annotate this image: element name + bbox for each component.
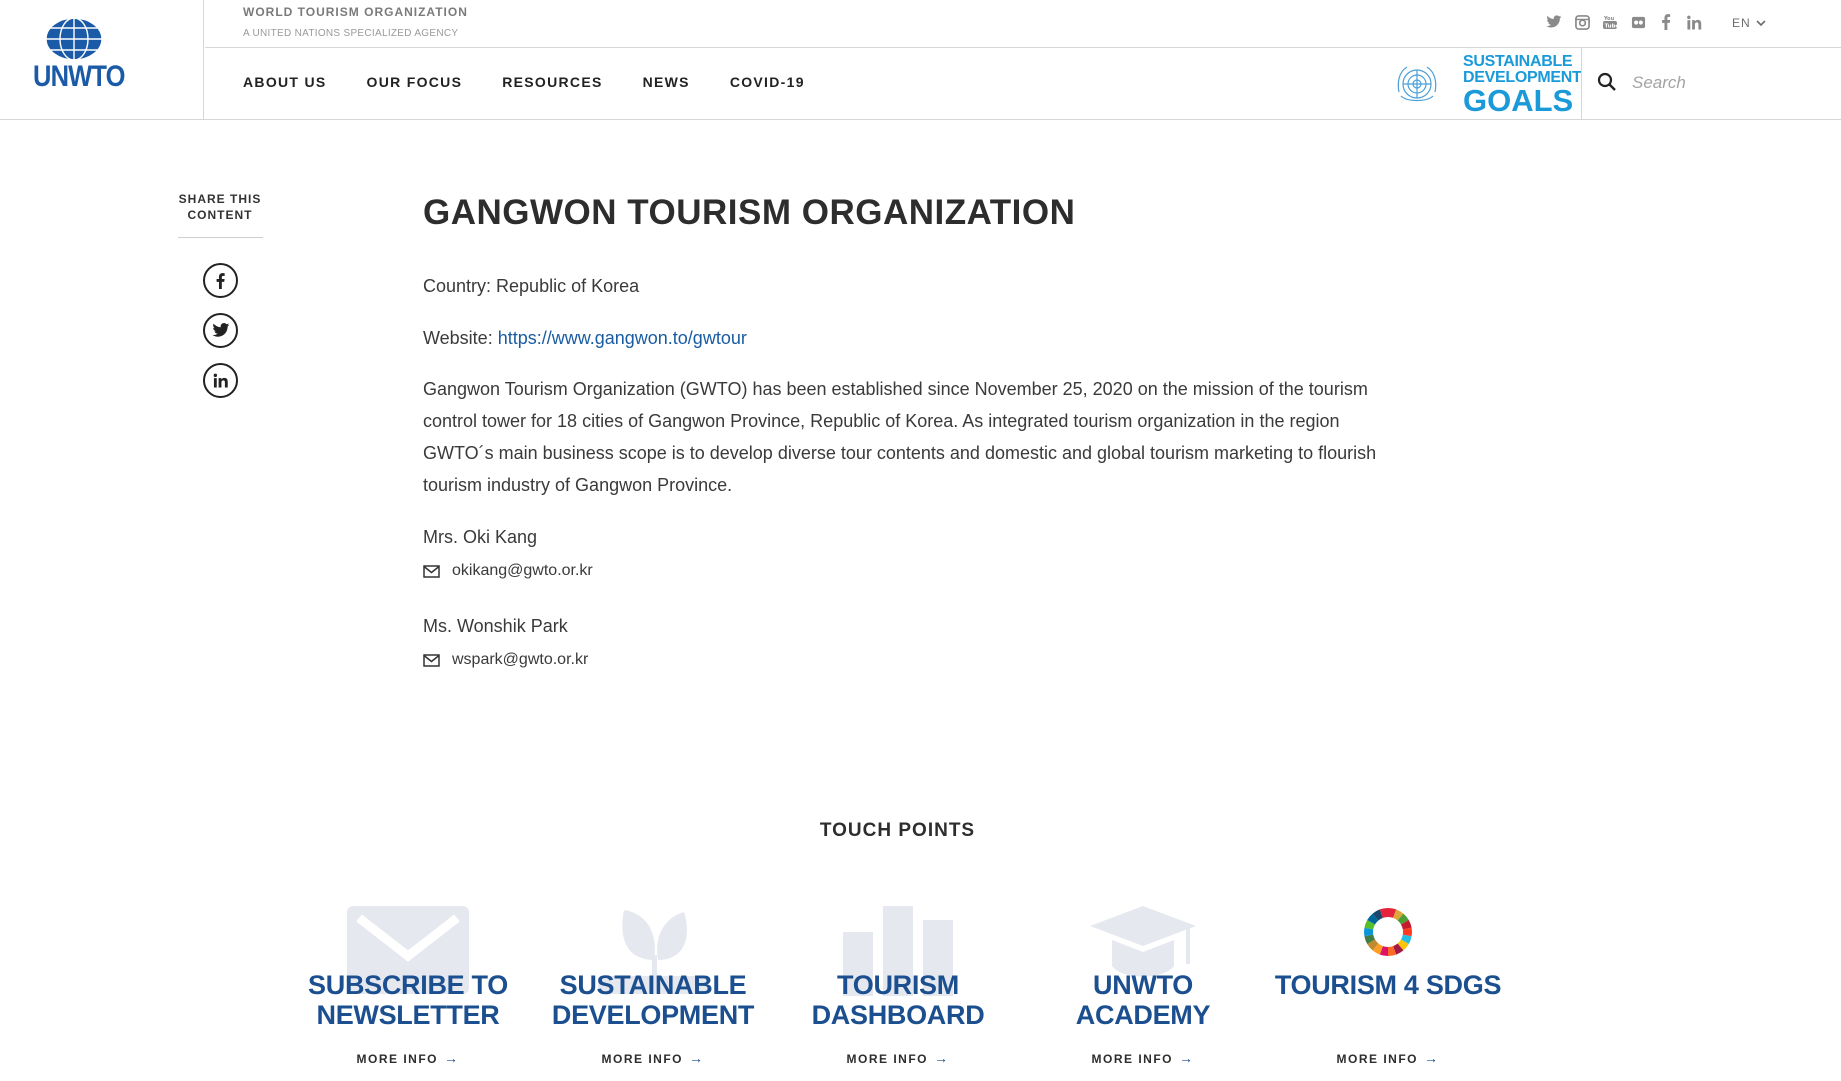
linkedin-icon[interactable]	[1685, 13, 1703, 31]
search-separator	[1581, 48, 1582, 120]
share-facebook-button[interactable]	[203, 263, 238, 298]
linkedin-icon	[213, 373, 228, 388]
language-selector[interactable]: EN	[1732, 16, 1766, 30]
sdg-wordmark: SUSTAINABLE DEVELOPMENT GOALS	[1463, 53, 1582, 118]
twitter-icon[interactable]	[1545, 13, 1563, 31]
more-info-link[interactable]: MORE INFO →	[288, 1050, 528, 1066]
share-divider	[178, 237, 263, 238]
logo-text: UNWTO	[33, 60, 125, 93]
chevron-down-icon	[1756, 19, 1766, 26]
share-linkedin-button[interactable]	[203, 363, 238, 398]
facebook-icon[interactable]	[1657, 13, 1675, 31]
arrow-right-icon: →	[1424, 1050, 1440, 1066]
more-info-link[interactable]: MORE INFO →	[778, 1050, 1018, 1066]
flickr-icon[interactable]	[1629, 13, 1647, 31]
nav-covid-19[interactable]: COVID-19	[730, 74, 805, 90]
search-icon[interactable]	[1597, 72, 1617, 92]
touch-point-label: TOURISM DASHBOARD	[811, 970, 985, 1030]
header-divider	[205, 47, 1841, 48]
share-twitter-button[interactable]	[203, 313, 238, 348]
nav-resources[interactable]: RESOURCES	[502, 74, 602, 90]
nav-news[interactable]: NEWS	[643, 74, 690, 90]
contact-email-text: wspark@gwto.or.kr	[452, 651, 589, 668]
touch-point-newsletter[interactable]: SUBSCRIBE TO NEWSLETTER MORE INFO →	[288, 900, 528, 1081]
touch-point-label: SUSTAINABLE DEVELOPMENT	[551, 970, 755, 1030]
arrow-right-icon: →	[689, 1050, 705, 1066]
contact-email[interactable]: okikang@gwto.or.kr	[423, 562, 593, 580]
svg-text:Tube: Tube	[1605, 24, 1619, 30]
arrow-right-icon: →	[1179, 1050, 1195, 1066]
page-title: GANGWON TOURISM ORGANIZATION	[423, 193, 1076, 232]
touch-point-sustainable-development[interactable]: SUSTAINABLE DEVELOPMENT MORE INFO →	[533, 900, 773, 1081]
website-link[interactable]: https://www.gangwon.to/gwtour	[498, 328, 747, 348]
touch-point-tourism-dashboard[interactable]: TOURISM DASHBOARD MORE INFO →	[778, 900, 1018, 1081]
main-nav: ABOUT US OUR FOCUS RESOURCES NEWS COVID-…	[243, 74, 845, 90]
twitter-icon	[211, 323, 229, 337]
contact-name: Mrs. Oki Kang	[423, 527, 538, 547]
language-label: EN	[1732, 16, 1751, 30]
youtube-icon[interactable]: You Tube	[1601, 13, 1619, 31]
nav-about-us[interactable]: ABOUT US	[243, 74, 327, 90]
country-line: Country: Republic of Korea	[423, 270, 1383, 302]
contact-name: Ms. Wonshik Park	[423, 616, 568, 636]
facebook-icon	[216, 272, 225, 289]
touch-point-tourism-4-sdgs[interactable]: TOURISM 4 SDGS MORE INFO →	[1268, 900, 1508, 1081]
more-info-link[interactable]: MORE INFO →	[533, 1050, 773, 1066]
sdg-logo[interactable]: SUSTAINABLE DEVELOPMENT GOALS	[1393, 52, 1582, 118]
un-emblem-icon	[1397, 66, 1437, 102]
more-info-link[interactable]: MORE INFO →	[1023, 1050, 1263, 1066]
arrow-right-icon: →	[934, 1050, 950, 1066]
sdg-wheel-icon	[1364, 907, 1412, 957]
more-info-link[interactable]: MORE INFO →	[1268, 1050, 1508, 1066]
touch-point-unwto-academy[interactable]: UNWTO ACADEMY MORE INFO →	[1023, 900, 1263, 1081]
unwto-logo[interactable]: UNWTO	[0, 0, 204, 120]
nav-our-focus[interactable]: OUR FOCUS	[367, 74, 463, 90]
mail-icon	[423, 653, 440, 667]
touch-point-label: SUBSCRIBE TO NEWSLETTER	[308, 970, 508, 1030]
contact-email[interactable]: wspark@gwto.or.kr	[423, 651, 588, 669]
instagram-icon[interactable]	[1573, 13, 1591, 31]
website-label: Website:	[423, 328, 498, 348]
touch-points-heading: TOUCH POINTS	[819, 820, 976, 841]
mail-icon	[423, 564, 440, 578]
touch-point-label: UNWTO ACADEMY	[1075, 970, 1211, 1030]
org-subtitle: A UNITED NATIONS SPECIALIZED AGENCY	[243, 28, 459, 39]
org-name: WORLD TOURISM ORGANIZATION	[243, 5, 468, 19]
globe-icon	[45, 17, 103, 61]
social-links: You Tube	[1545, 12, 1703, 32]
contact-email-text: okikang@gwto.or.kr	[452, 562, 593, 579]
touch-point-label: TOURISM 4 SDGS	[1274, 970, 1502, 1000]
site-header: UNWTO WORLD TOURISM ORGANIZATION A UNITE…	[0, 0, 1841, 120]
country-value: Republic of Korea	[496, 276, 640, 296]
country-label: Country:	[423, 276, 497, 296]
website-line: Website: https://www.gangwon.to/gwtour	[423, 322, 1383, 354]
arrow-right-icon: →	[444, 1050, 460, 1066]
search-input[interactable]	[1632, 70, 1812, 96]
share-title: SHARE THIS CONTENT	[178, 192, 262, 222]
description: Gangwon Tourism Organization (GWTO) has …	[423, 379, 1377, 495]
